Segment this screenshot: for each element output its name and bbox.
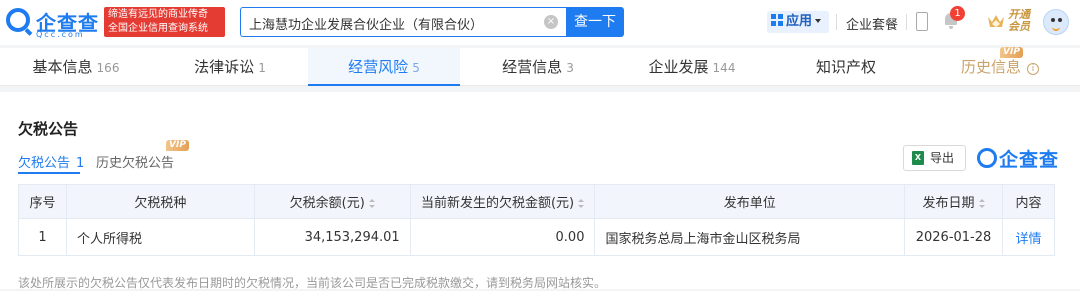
vip-label-line-2: 会员 bbox=[1008, 20, 1030, 33]
tab-label: 知识产权 bbox=[815, 58, 876, 76]
tab-count: 166 bbox=[96, 61, 120, 75]
table-row: 1 个人所得税 34,153,294.01 0.00 国家税务总局上海市金山区税… bbox=[18, 218, 1056, 256]
tab-label: 企业发展 bbox=[648, 58, 709, 76]
crown-icon[interactable] bbox=[987, 14, 1005, 28]
tab-label: 历史信息 bbox=[960, 58, 1021, 76]
subtab-current[interactable]: 欠税公告 1 bbox=[18, 152, 84, 171]
col-date[interactable]: 发布日期 bbox=[904, 184, 1003, 219]
active-tab-indicator bbox=[308, 84, 460, 86]
cell-index: 1 bbox=[18, 218, 67, 256]
slogan-line-1: 缔造有远见的商业传奇 bbox=[108, 9, 208, 20]
excel-icon: X bbox=[912, 151, 924, 165]
company-tabs: 基本信息 166 法律诉讼 1 经营风险 5 经营信息 3 企业发展 144 知识产权 历… bbox=[0, 47, 1080, 86]
tab-operating-risk[interactable]: 经营风险 5 bbox=[308, 48, 460, 86]
sort-icon[interactable] bbox=[978, 199, 985, 208]
tab-legal[interactable]: 法律诉讼 1 bbox=[154, 48, 306, 86]
apps-menu-button[interactable]: 应用 bbox=[767, 11, 829, 33]
section-title: 欠税公告 bbox=[18, 120, 79, 138]
apps-label: 应用 bbox=[786, 14, 813, 29]
subtab-count: 1 bbox=[76, 156, 85, 171]
subtab-label: 欠税公告 bbox=[18, 156, 71, 171]
brand-watermark: 企查查 bbox=[999, 149, 1060, 171]
tab-label: 法律诉讼 bbox=[194, 58, 255, 76]
col-label: 发布日期 bbox=[922, 196, 975, 211]
search-input[interactable]: 上海慧功企业发展合伙企业（有限合伙） × bbox=[240, 7, 566, 37]
tab-count: 1 bbox=[258, 61, 266, 75]
footnote: 该处所展示的欠税公告仅代表发布日期时的欠税情况，当前该公司是否已完成税款缴交，请… bbox=[18, 276, 607, 290]
qcc-logo[interactable]: 企查查 Qcc.com bbox=[6, 6, 102, 39]
divider bbox=[906, 14, 907, 30]
top-header: 企查查 Qcc.com 缔造有远见的商业传奇 全国企业信用查询系统 上海慧功企业… bbox=[0, 0, 1080, 45]
detail-link[interactable]: 详情 bbox=[1001, 218, 1056, 256]
search-button[interactable]: 查一下 bbox=[566, 7, 624, 37]
sort-icon[interactable] bbox=[368, 199, 375, 208]
table-header-row: 序号 欠税税种 欠税余额(元) 当前新发生的欠税金额(元) 发布单位 发布日期 … bbox=[18, 184, 1056, 219]
cell-issuer: 国家税务总局上海市金山区税务局 bbox=[594, 218, 906, 256]
enterprise-suite-link[interactable]: 企业套餐 bbox=[846, 14, 898, 33]
sort-icon[interactable] bbox=[578, 199, 585, 208]
logo-magnifier-icon bbox=[6, 8, 30, 32]
cell-balance: 34,153,294.01 bbox=[253, 218, 411, 256]
subtab-history[interactable]: 历史欠税公告 bbox=[96, 152, 174, 171]
col-index: 序号 bbox=[18, 184, 67, 219]
open-vip-link[interactable]: 开通 会员 bbox=[1008, 9, 1030, 33]
tab-count: 144 bbox=[712, 61, 736, 75]
slogan-banner: 缔造有远见的商业传奇 全国企业信用查询系统 bbox=[104, 7, 225, 37]
notification-badge: 1 bbox=[950, 6, 965, 21]
subtab-indicator bbox=[18, 172, 80, 174]
tab-development[interactable]: 企业发展 144 bbox=[616, 48, 768, 86]
tab-label: 经营风险 bbox=[348, 58, 409, 76]
col-new-amount[interactable]: 当前新发生的欠税金额(元) bbox=[409, 184, 596, 219]
export-label: 导出 bbox=[930, 151, 955, 165]
col-balance[interactable]: 欠税余额(元) bbox=[253, 184, 411, 219]
tab-ip[interactable]: 知识产权 bbox=[770, 48, 922, 86]
tab-basic-info[interactable]: 基本信息 166 bbox=[0, 48, 152, 86]
grid-icon bbox=[771, 14, 783, 26]
logo-domain: Qcc.com bbox=[36, 30, 85, 39]
col-label: 当前新发生的欠税金额(元) bbox=[420, 196, 575, 211]
col-content: 内容 bbox=[1001, 184, 1056, 219]
phone-icon[interactable] bbox=[916, 12, 928, 31]
tab-label: 基本信息 bbox=[32, 58, 93, 76]
cell-new-amount: 0.00 bbox=[409, 218, 596, 256]
avatar[interactable] bbox=[1043, 9, 1069, 35]
cell-date: 2026-01-28 bbox=[904, 218, 1003, 256]
slogan-line-2: 全国企业信用查询系统 bbox=[108, 23, 208, 34]
info-icon: i bbox=[1027, 63, 1039, 75]
tax-arrears-table: 序号 欠税税种 欠税余额(元) 当前新发生的欠税金额(元) 发布单位 发布日期 … bbox=[18, 184, 1056, 256]
search-value: 上海慧功企业发展合伙企业（有限合伙） bbox=[249, 18, 484, 33]
brand-magnifier-icon bbox=[977, 148, 997, 168]
divider bbox=[836, 14, 837, 30]
tab-count: 3 bbox=[566, 61, 574, 75]
clear-icon[interactable]: × bbox=[544, 15, 558, 29]
col-tax-type: 欠税税种 bbox=[65, 184, 255, 219]
tax-arrears-panel: 欠税公告 欠税公告 1 历史欠税公告 VIP X 导出 企查查 序号 欠税税种 欠… bbox=[0, 92, 1080, 290]
tab-count: 5 bbox=[412, 61, 420, 75]
tab-operating-info[interactable]: 经营信息 3 bbox=[462, 48, 614, 86]
cell-tax-type: 个人所得税 bbox=[65, 218, 255, 256]
col-issuer: 发布单位 bbox=[594, 184, 906, 219]
vip-tag: VIP bbox=[1000, 47, 1023, 58]
col-label: 欠税余额(元) bbox=[289, 196, 365, 211]
export-button[interactable]: X 导出 bbox=[903, 145, 966, 171]
vip-tag: VIP bbox=[166, 140, 189, 151]
tab-label: 经营信息 bbox=[502, 58, 563, 76]
chevron-down-icon bbox=[815, 19, 822, 23]
